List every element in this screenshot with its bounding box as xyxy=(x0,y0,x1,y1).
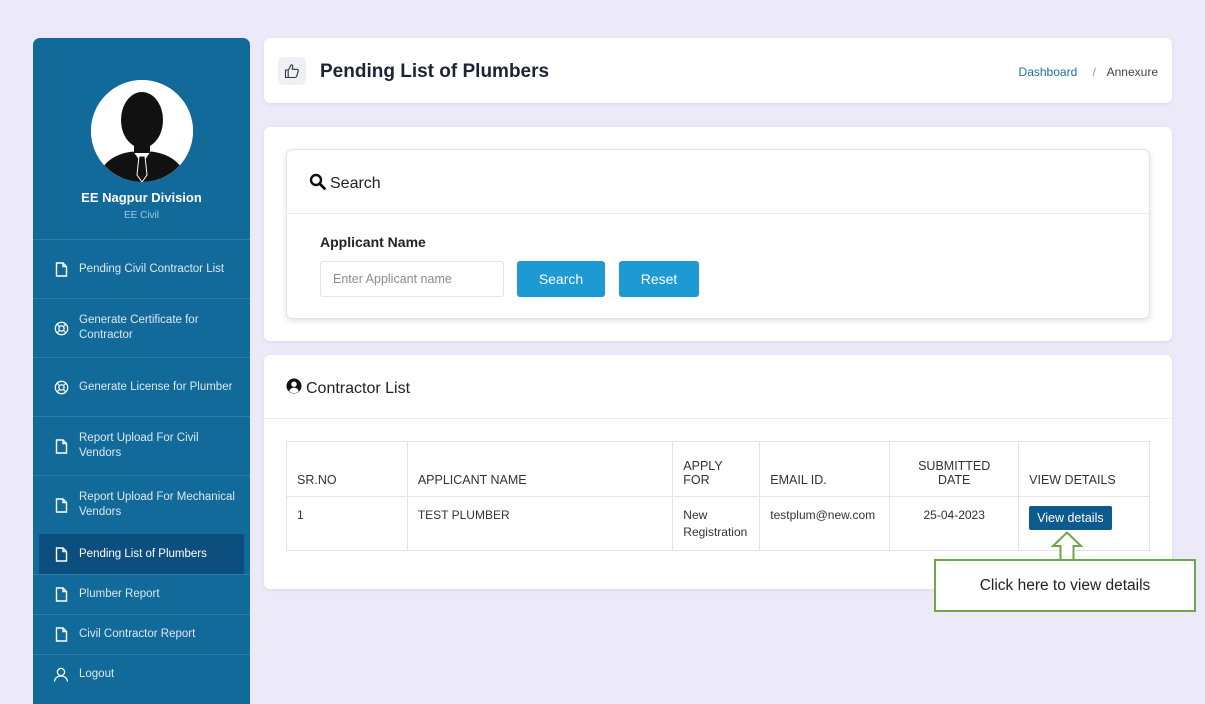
sidebar-item-report-upload-civil[interactable]: Report Upload For Civil Vendors xyxy=(33,416,250,475)
search-section: Search Applicant Name Search Reset xyxy=(264,127,1172,341)
search-button[interactable]: Search xyxy=(517,261,605,297)
cell-email: testplum@new.com xyxy=(759,496,891,551)
contractor-list-card: Contractor List SR.NO APPLICANT NAME APP… xyxy=(264,355,1172,589)
column-header-applicant-name: APPLICANT NAME xyxy=(406,441,674,497)
user-icon xyxy=(53,667,69,683)
sidebar-item-report-upload-mechanical[interactable]: Report Upload For Mechanical Vendors xyxy=(33,475,250,534)
breadcrumb-current: Annexure xyxy=(1106,65,1158,79)
contractor-table: SR.NO APPLICANT NAME APPLY FOR EMAIL ID.… xyxy=(286,441,1150,551)
breadcrumb-separator: / xyxy=(1092,65,1096,79)
table-row: 1 TEST PLUMBER New Registration testplum… xyxy=(286,496,1150,551)
sidebar-item-label: Generate License for Plumber xyxy=(79,380,233,393)
user-silhouette-icon xyxy=(91,80,193,182)
lifebuoy-icon xyxy=(53,379,69,395)
cell-apply-for: New Registration xyxy=(672,496,761,551)
sidebar-item-label: Report Upload For Civil Vendors xyxy=(79,432,199,459)
sidebar-item-label: Logout xyxy=(79,668,115,680)
sidebar-item-label: Civil Contractor Report xyxy=(79,628,196,640)
user-circle-icon xyxy=(286,378,306,399)
sidebar-item-plumber-report[interactable]: Plumber Report xyxy=(33,574,250,614)
callout-tooltip: Click here to view details xyxy=(934,559,1196,612)
file-icon xyxy=(53,546,69,562)
search-card: Search Applicant Name Search Reset xyxy=(286,149,1150,319)
search-card-title: Search xyxy=(330,175,381,192)
cell-view-details: View details xyxy=(1018,496,1150,551)
sidebar-item-civil-contractor-report[interactable]: Civil Contractor Report xyxy=(33,614,250,654)
contractor-list-header: Contractor List xyxy=(264,355,1172,419)
file-icon xyxy=(53,261,69,277)
applicant-name-label: Applicant Name xyxy=(320,234,426,250)
cell-applicant-name: TEST PLUMBER xyxy=(406,496,674,551)
breadcrumb-dashboard-link[interactable]: Dashboard xyxy=(1019,65,1078,79)
page-title: Pending List of Plumbers xyxy=(320,61,550,82)
sidebar-item-label: Report Upload For Mechanical Vendors xyxy=(79,491,235,518)
search-icon xyxy=(309,173,330,195)
avatar xyxy=(91,80,193,182)
column-header-email: EMAIL ID. xyxy=(759,441,891,497)
user-role: EE Civil xyxy=(123,210,159,221)
file-icon xyxy=(53,497,69,513)
reset-button[interactable]: Reset xyxy=(619,261,699,297)
sidebar-item-label: Plumber Report xyxy=(79,588,160,600)
cell-submitted-date: 25-04-2023 xyxy=(889,496,1020,551)
view-details-button[interactable]: View details xyxy=(1029,506,1112,530)
file-icon xyxy=(53,438,69,454)
contractor-list-title: Contractor List xyxy=(306,379,411,397)
search-card-header: Search xyxy=(287,150,1149,214)
file-icon xyxy=(53,587,69,603)
sidebar-item-label: Pending Civil Contractor List xyxy=(79,262,225,275)
thumbs-up-icon xyxy=(278,57,306,85)
sidebar-nav: Pending Civil Contractor List Generate C… xyxy=(33,239,250,694)
column-header-sr-no: SR.NO xyxy=(286,441,408,497)
sidebar-item-logout[interactable]: Logout xyxy=(33,654,250,694)
sidebar-item-label: Generate Certificate for Contractor xyxy=(79,314,199,341)
breadcrumb: Dashboard / Annexure xyxy=(1019,65,1158,79)
sidebar: EE Nagpur Division EE Civil Pending Civi… xyxy=(33,38,250,704)
lifebuoy-icon xyxy=(53,320,69,336)
page-header: Pending List of Plumbers Dashboard / Ann… xyxy=(264,38,1172,103)
sidebar-item-generate-certificate[interactable]: Generate Certificate for Contractor xyxy=(33,298,250,357)
column-header-view-details: VIEW DETAILS xyxy=(1018,441,1150,497)
user-name: EE Nagpur Division xyxy=(81,190,202,205)
column-header-apply-for: APPLY FOR xyxy=(672,441,761,497)
cell-sr-no: 1 xyxy=(286,496,408,551)
sidebar-item-label: Pending List of Plumbers xyxy=(79,547,207,560)
sidebar-item-pending-civil-contractor-list[interactable]: Pending Civil Contractor List xyxy=(33,239,250,298)
file-icon xyxy=(53,627,69,643)
applicant-name-input[interactable] xyxy=(320,261,504,297)
table-header-row: SR.NO APPLICANT NAME APPLY FOR EMAIL ID.… xyxy=(286,441,1150,497)
sidebar-item-generate-license[interactable]: Generate License for Plumber xyxy=(33,357,250,416)
column-header-submitted-date: SUBMITTED DATE xyxy=(889,441,1020,497)
sidebar-item-pending-list-of-plumbers[interactable]: Pending List of Plumbers xyxy=(39,534,244,574)
